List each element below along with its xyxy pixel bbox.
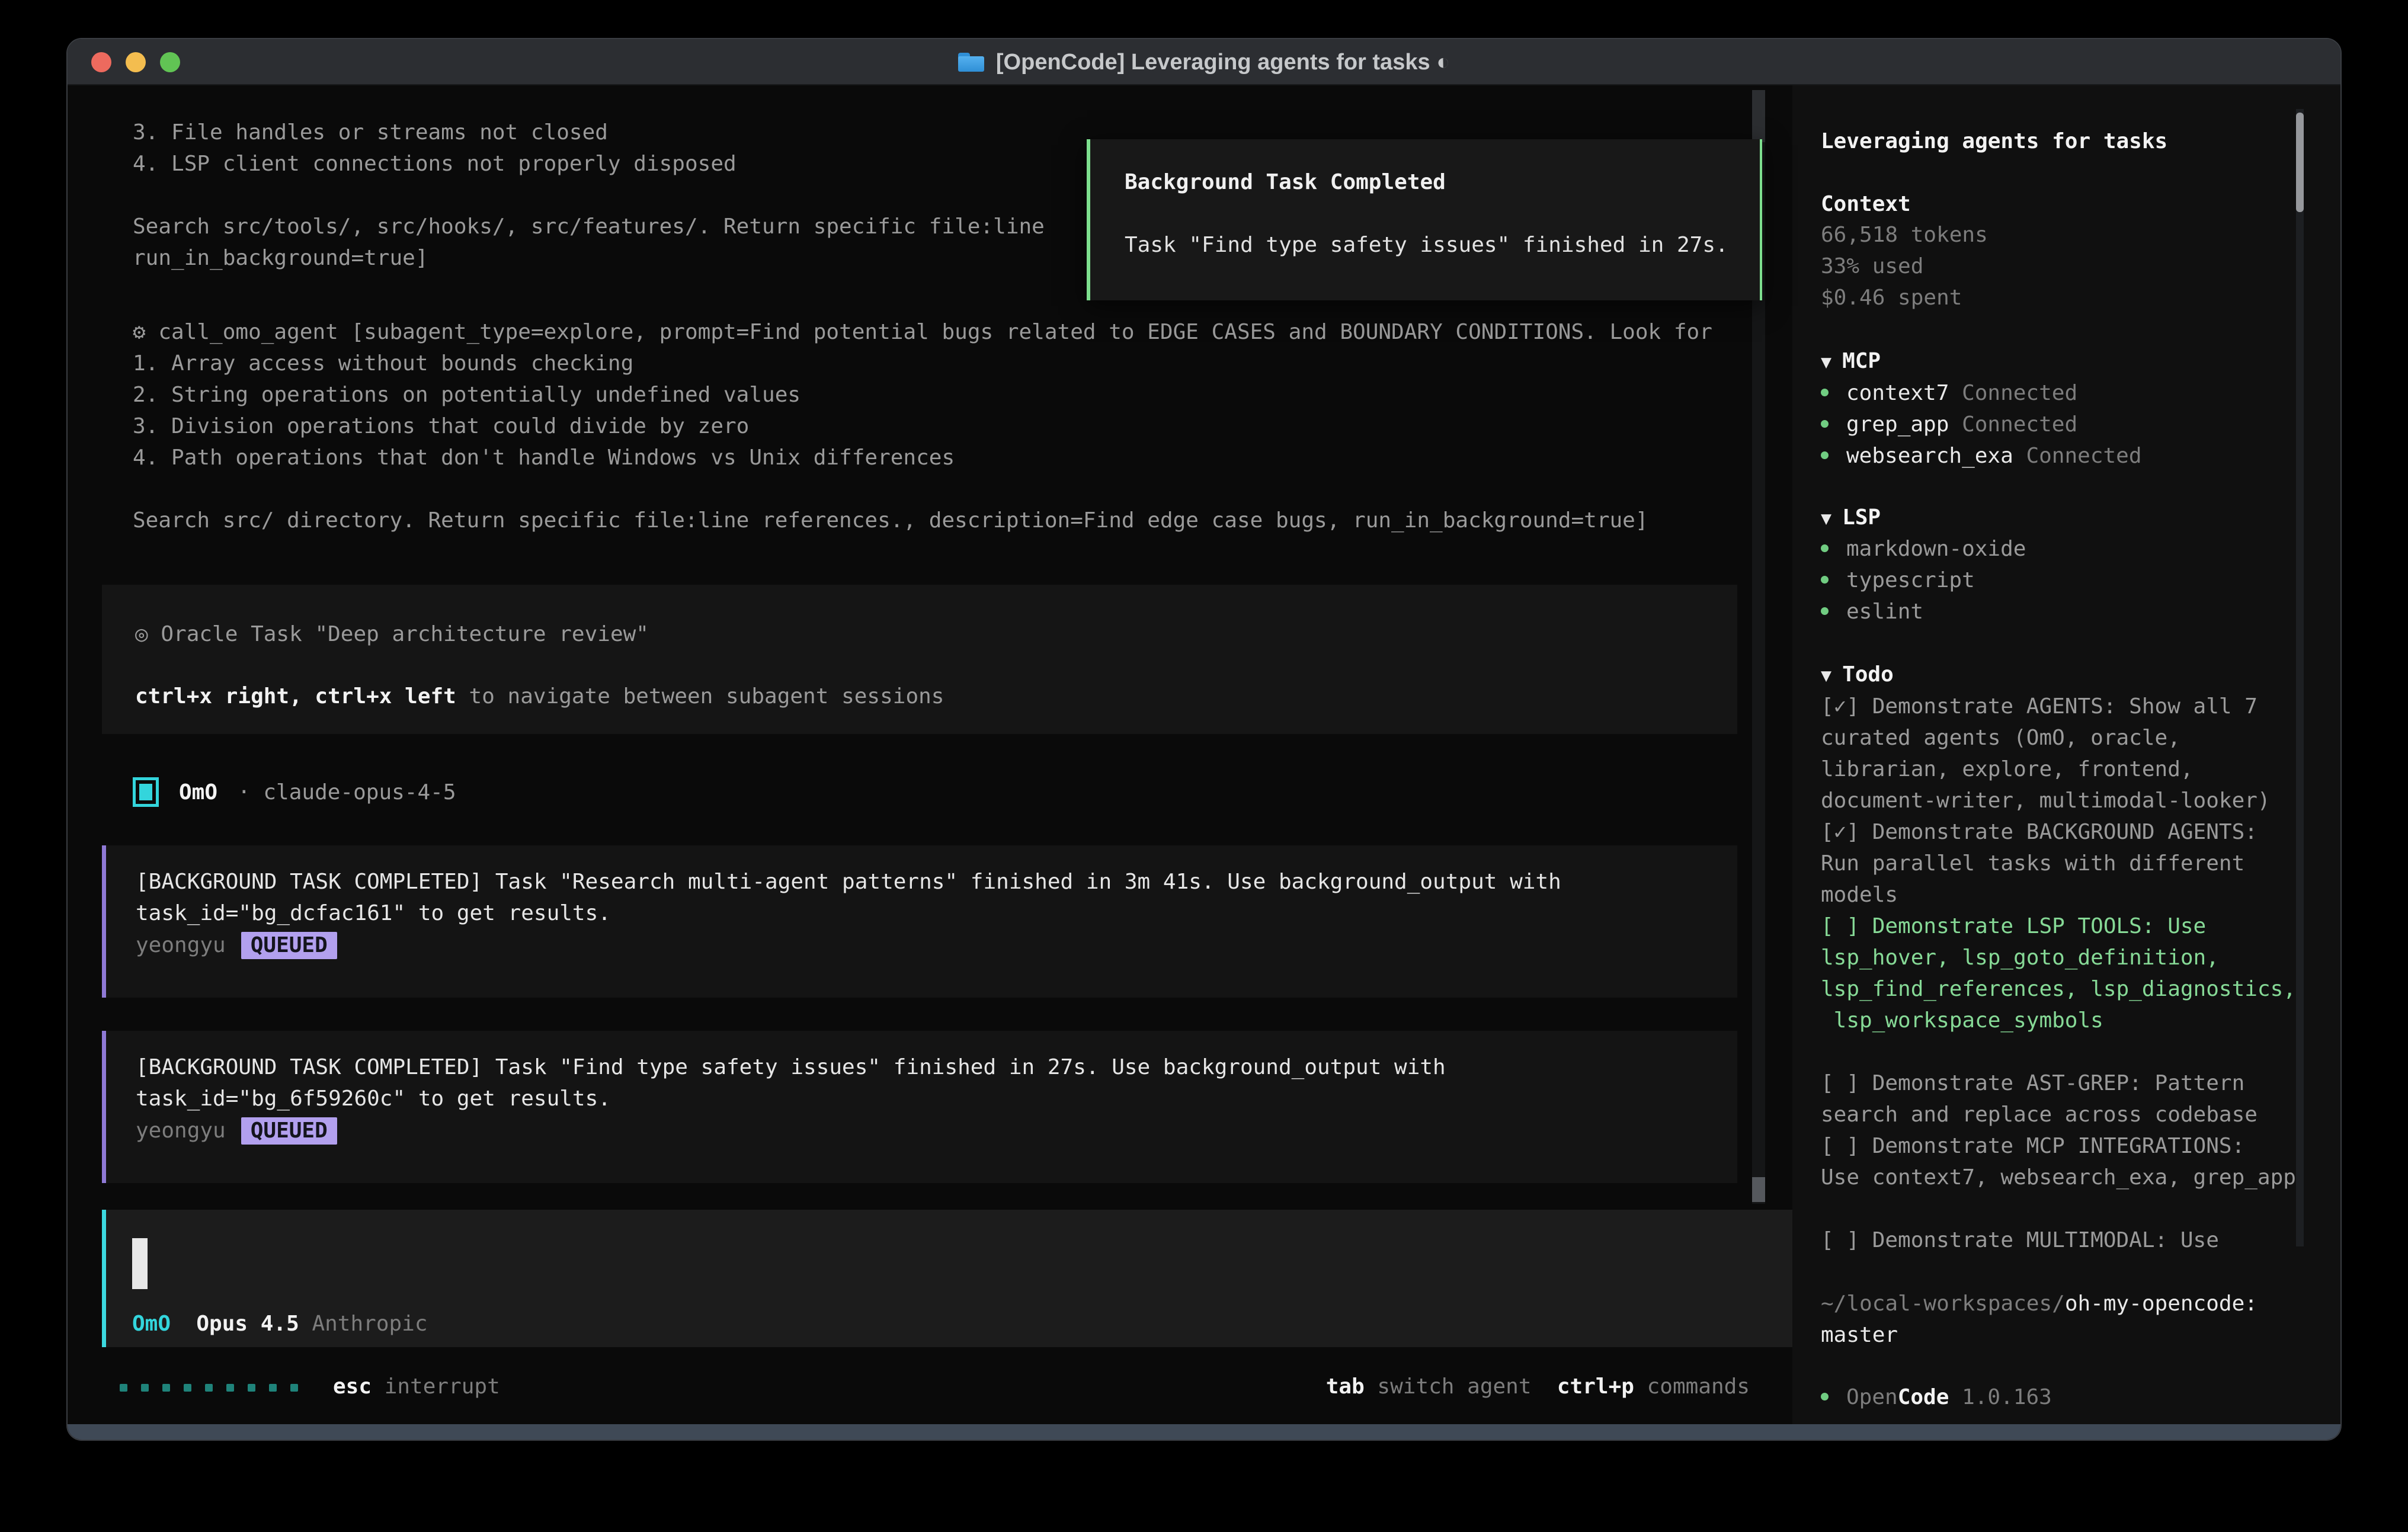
background-task-message: [BACKGROUND TASK COMPLETED] Task "Find t… <box>102 1031 1737 1183</box>
mcp-item: context7 Connected <box>1821 380 2077 406</box>
gear-icon: ⚙ <box>133 320 146 344</box>
todo-line: [✓] Demonstrate BACKGROUND AGENTS: <box>1821 819 2258 845</box>
mcp-item: grep_app Connected <box>1821 412 2077 438</box>
oracle-task-panel: ◎ Oracle Task "Deep architecture review"… <box>102 585 1737 734</box>
window-bottom-edge <box>68 1424 2340 1440</box>
lsp-item: eslint <box>1821 599 1923 625</box>
todo-line: librarian, explore, frontend, <box>1821 757 2194 783</box>
todo-line: [✓] Demonstrate AGENTS: Show all 7 <box>1821 694 2258 720</box>
message-line: 4. Path operations that don't handle Win… <box>133 445 955 471</box>
status-dot-icon <box>1821 389 1829 396</box>
tool-call-line: ⚙ call_omo_agent [subagent_type=explore,… <box>133 319 1712 345</box>
lsp-item: markdown-oxide <box>1821 536 2026 562</box>
lsp-section-header[interactable]: ▼LSP <box>1821 505 1881 532</box>
status-dot-icon <box>1821 544 1829 552</box>
shortcut-interrupt: esc interrupt <box>333 1374 500 1399</box>
todo-line: Run parallel tasks with different <box>1821 851 2244 877</box>
todo-line: [ ] Demonstrate MULTIMODAL: Use <box>1821 1227 2219 1254</box>
todo-line: Use context7, websearch_exa, grep_app <box>1821 1165 2296 1191</box>
message-line: Search src/ directory. Return specific f… <box>133 508 1648 534</box>
input-provider-name: Anthropic <box>312 1312 427 1336</box>
context-used: 33% used <box>1821 254 1923 280</box>
status-dot-icon <box>1821 607 1829 615</box>
opencode-window: [OpenCode] Leveraging agents for tasks ◐… <box>66 38 2342 1441</box>
todo-line: search and replace across codebase <box>1821 1102 2258 1128</box>
status-dot-icon <box>1821 576 1829 584</box>
todo-section-header[interactable]: ▼Todo <box>1821 662 1894 689</box>
username: yeongyu <box>136 1118 226 1143</box>
window-title: [OpenCode] Leveraging agents for tasks ◐ <box>996 50 1450 75</box>
sidebar-scrollbar-track[interactable] <box>2296 109 2304 1246</box>
context-heading: Context <box>1821 191 1911 217</box>
git-branch: master <box>1821 1322 1898 1348</box>
message-line: Search src/tools/, src/hooks/, src/featu… <box>133 214 1045 240</box>
todo-line: document-writer, multimodal-looker) <box>1821 788 2271 814</box>
chevron-down-icon: ▼ <box>1821 352 1831 373</box>
oracle-task-hint: ctrl+x right, ctrl+x left to navigate be… <box>135 684 944 710</box>
app-version: OpenCode 1.0.163 <box>1821 1384 2052 1411</box>
mcp-item: websearch_exa Connected <box>1821 443 2142 469</box>
context-spent: $0.46 spent <box>1821 285 1962 311</box>
context-tokens: 66,518 tokens <box>1821 222 1988 248</box>
task-meta: yeongyu QUEUED <box>136 1117 337 1145</box>
shortcut-hints: tab switch agent ctrl+p commands <box>1326 1374 1750 1399</box>
chat-pane: 3. File handles or streams not closed 4.… <box>68 85 1792 1424</box>
input-agent-name: OmO <box>132 1312 171 1336</box>
folder-icon <box>958 53 984 72</box>
prompt-input[interactable]: OmO Opus 4.5 Anthropic <box>102 1210 1802 1347</box>
lsp-item: typescript <box>1821 568 1975 594</box>
session-sidebar: Leveraging agents for tasks Context 66,5… <box>1792 85 2340 1424</box>
agent-name: OmO <box>179 780 217 805</box>
activity-dots <box>120 1384 298 1392</box>
todo-line-current: lsp_workspace_symbols <box>1821 1008 2103 1034</box>
message-line: 1. Array access without bounds checking <box>133 351 633 377</box>
title-bar: [OpenCode] Leveraging agents for tasks ◐ <box>68 39 2340 85</box>
message-line: 3. Division operations that could divide… <box>133 414 749 440</box>
todo-line: models <box>1821 882 1898 908</box>
todo-line: curated agents (OmO, oracle, <box>1821 725 2180 751</box>
session-title: Leveraging agents for tasks <box>1821 129 2167 155</box>
message-line: 4. LSP client connections not properly d… <box>133 151 737 177</box>
workspace-path: ~/local-workspaces/oh-my-opencode: <box>1821 1291 2258 1317</box>
status-dot-icon <box>1821 420 1829 428</box>
status-dot-icon <box>1821 451 1829 459</box>
task-text: [BACKGROUND TASK COMPLETED] Task "Resear… <box>136 869 1561 895</box>
agent-header: OmO · claude-opus-4-5 <box>133 777 456 807</box>
input-model-name: Opus 4.5 <box>171 1312 312 1336</box>
todo-line: [ ] Demonstrate AST-GREP: Pattern <box>1821 1071 2244 1097</box>
sidebar-scrollbar-thumb[interactable] <box>2296 113 2304 212</box>
chevron-down-icon: ▼ <box>1821 508 1831 529</box>
notification-title: Background Task Completed <box>1125 170 1446 194</box>
mcp-section-header[interactable]: ▼MCP <box>1821 348 1881 376</box>
oracle-task-title: ◎ Oracle Task "Deep architecture review" <box>135 621 649 648</box>
task-text: task_id="bg_6f59260c" to get results. <box>136 1086 611 1112</box>
chat-scrollbar-top-segment <box>1752 90 1765 142</box>
notification-body: Task "Find type safety issues" finished … <box>1125 233 1728 257</box>
status-dot-icon <box>1821 1393 1829 1400</box>
chevron-down-icon: ▼ <box>1821 665 1831 686</box>
oracle-icon: ◎ <box>135 622 161 646</box>
background-task-message: [BACKGROUND TASK COMPLETED] Task "Resear… <box>102 845 1737 998</box>
task-meta: yeongyu QUEUED <box>136 932 337 959</box>
todo-line: [ ] Demonstrate MCP INTEGRATIONS: <box>1821 1133 2244 1159</box>
status-badge: QUEUED <box>241 1117 337 1145</box>
status-badge: QUEUED <box>241 932 337 959</box>
todo-line-current: [ ] Demonstrate LSP TOOLS: Use <box>1821 914 2206 940</box>
message-line: 3. File handles or streams not closed <box>133 120 608 146</box>
agent-model: · claude-opus-4-5 <box>238 780 456 805</box>
agent-icon <box>133 777 159 807</box>
message-line: run_in_background=true] <box>133 245 428 271</box>
message-line: 2. String operations on potentially unde… <box>133 382 800 408</box>
todo-line-current: lsp_hover, lsp_goto_definition, <box>1821 945 2219 971</box>
background-task-notification: Background Task Completed Task "Find typ… <box>1087 139 1762 300</box>
chat-scrollbar-thumb[interactable] <box>1752 1177 1765 1202</box>
text-cursor <box>132 1238 148 1289</box>
task-text: task_id="bg_dcfac161" to get results. <box>136 900 611 927</box>
username: yeongyu <box>136 933 226 957</box>
model-row: OmO Opus 4.5 Anthropic <box>132 1312 428 1336</box>
status-bar: esc interrupt tab switch agent ctrl+p co… <box>68 1374 1792 1404</box>
task-text: [BACKGROUND TASK COMPLETED] Task "Find t… <box>136 1055 1446 1081</box>
todo-line-current: lsp_find_references, lsp_diagnostics, <box>1821 976 2296 1002</box>
